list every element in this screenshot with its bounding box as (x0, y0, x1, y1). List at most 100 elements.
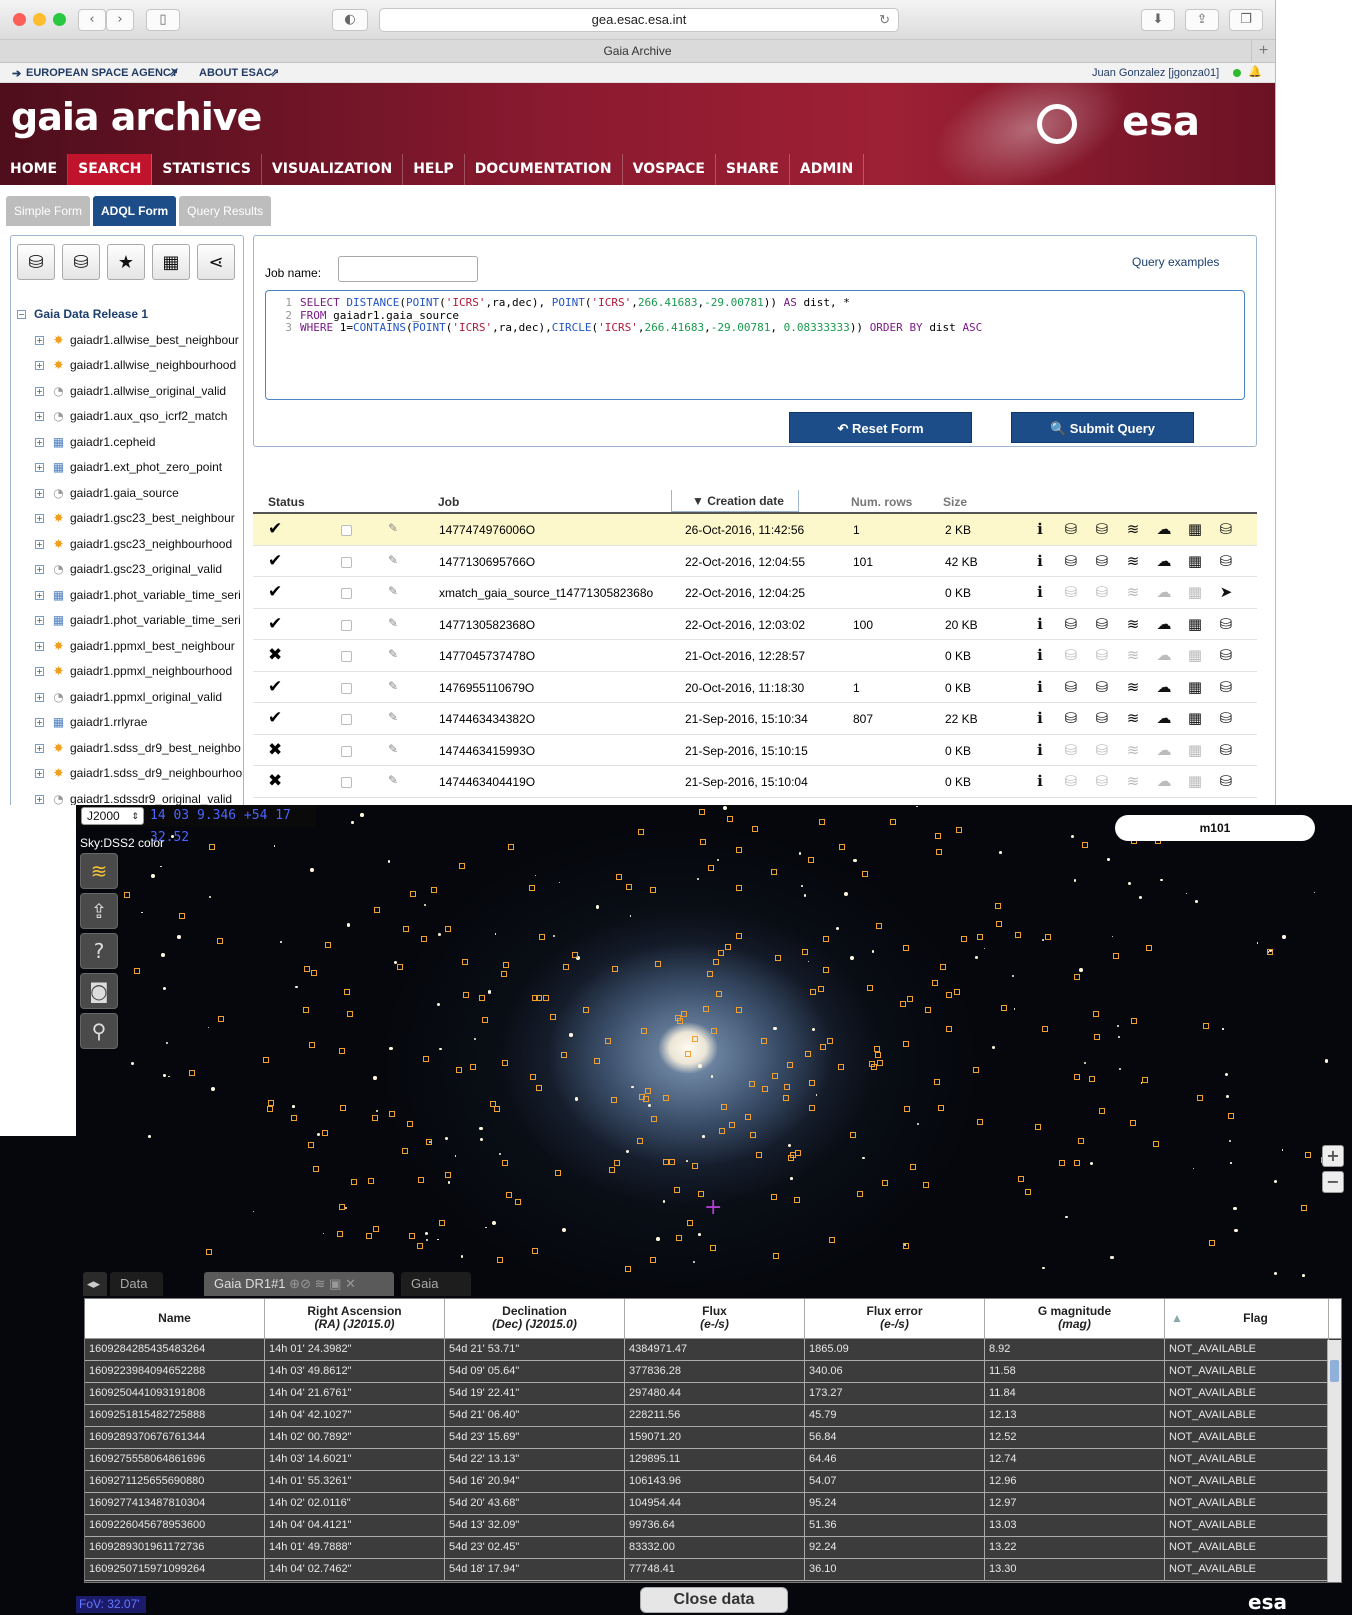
catalog-source-marker[interactable] (1001, 1005, 1008, 1012)
catalog-source-marker[interactable] (1145, 944, 1152, 951)
catalog-source-marker[interactable] (755, 1152, 762, 1159)
table-row[interactable]: 1609284285435483264 14h 01' 24.3982" 54d 2… (85, 1339, 1341, 1361)
grid-column-header[interactable]: Declination (Dec) (J2015.0) (445, 1299, 625, 1338)
catalog-source-marker[interactable] (1045, 933, 1052, 940)
tree-item[interactable]: + ◔ gaiadr1.gaia_source (17, 481, 242, 507)
privacy-icon[interactable]: ◐ (332, 9, 368, 31)
catalog-source-marker[interactable] (771, 1193, 778, 1200)
nav-statistics[interactable]: STATISTICS (152, 154, 262, 185)
catalog-source-marker[interactable] (338, 1204, 345, 1211)
export-icon[interactable]: ⇪ (80, 893, 118, 929)
cloud-icon[interactable]: ☁ (1153, 582, 1175, 602)
back-icon[interactable]: ‹ (78, 9, 106, 31)
catalog-source-marker[interactable] (862, 871, 869, 878)
table-icon[interactable]: ▦ (1184, 740, 1206, 760)
catalog-source-marker[interactable] (205, 1249, 212, 1256)
catalog-source-marker[interactable] (373, 1225, 380, 1232)
catalog-source-marker[interactable] (218, 1016, 225, 1023)
catalog-source-marker[interactable] (770, 869, 777, 876)
catalog-source-marker[interactable] (1093, 1034, 1100, 1041)
aladin-sky-viewer[interactable]: J2000 ⇕ 14 03 9.346 +54 17 32.52 Sky:DSS… (0, 805, 1352, 1615)
upload-db-icon[interactable]: ⛁ (1091, 614, 1113, 634)
job-checkbox[interactable] (341, 777, 352, 788)
job-row[interactable]: ✖ ✎ 1474463415993O 21-Sep-2016, 15:10:15 0 K… (253, 735, 1257, 766)
layers-icon[interactable]: ≋ (80, 853, 118, 889)
catalog-source-marker[interactable] (809, 1079, 816, 1086)
tree-item[interactable]: + ▦ gaiadr1.cepheid (17, 430, 242, 456)
expand-icon[interactable]: + (35, 514, 44, 524)
info-icon[interactable]: ℹ (1029, 645, 1051, 665)
catalog-source-marker[interactable] (875, 923, 882, 930)
db-export-icon[interactable]: ⛁ (1215, 740, 1237, 760)
collapse-icon[interactable]: − (17, 310, 26, 320)
catalog-source-marker[interactable] (771, 1073, 778, 1080)
table-row[interactable]: 1609250441093191808 14h 04' 21.6761" 54d 1… (85, 1383, 1341, 1405)
edit-icon[interactable]: ✎ (388, 521, 398, 535)
expand-icon[interactable]: + (35, 386, 44, 396)
reset-form-button[interactable]: ↶ Reset Form (789, 412, 972, 443)
edit-icon[interactable]: ✎ (388, 647, 398, 661)
expand-icon[interactable]: + (35, 616, 44, 626)
catalog-source-marker[interactable] (866, 985, 873, 992)
share-icon[interactable]: ⇪ (1185, 9, 1219, 31)
catalog-source-marker[interactable] (608, 1166, 615, 1173)
catalog-source-marker[interactable] (459, 863, 466, 870)
download-db-icon[interactable]: ⛁ (1060, 519, 1082, 539)
catalog-source-marker[interactable] (605, 1037, 612, 1044)
table-row[interactable]: 1609289370676761344 14h 02' 00.7892" 54d 2… (85, 1427, 1341, 1449)
tabs-icon[interactable]: ❐ (1229, 9, 1263, 31)
catalog-source-marker[interactable] (1208, 1240, 1215, 1247)
catalog-source-marker[interactable] (367, 1177, 374, 1184)
tree-item[interactable]: + ▦ gaiadr1.rrlyrae (17, 710, 242, 736)
job-checkbox[interactable] (341, 556, 352, 568)
samp-icon[interactable]: ≋ (1122, 740, 1144, 760)
catalog-source-marker[interactable] (1077, 1138, 1084, 1145)
frame-select[interactable]: J2000 ⇕ (81, 807, 144, 825)
catalog-source-marker[interactable] (409, 891, 416, 898)
edit-icon[interactable]: ✎ (388, 742, 398, 756)
catalog-source-marker[interactable] (490, 1101, 497, 1108)
catalog-source-marker[interactable] (818, 985, 825, 992)
tab-title[interactable]: Gaia Archive (603, 44, 671, 58)
catalog-source-marker[interactable] (420, 936, 427, 943)
catalog-source-marker[interactable] (675, 1235, 682, 1242)
target-input[interactable]: m101 (1115, 815, 1315, 841)
info-icon[interactable]: ℹ (1029, 614, 1051, 634)
catalog-source-marker[interactable] (347, 1010, 354, 1017)
job-row[interactable]: ✔ ✎ 1477130695766O 22-Oct-2016, 12:04:55 101… (253, 546, 1257, 577)
status-column-header[interactable]: Status (268, 495, 305, 509)
table-row[interactable]: 1609289301961172736 14h 01' 49.7888" 54d 2… (85, 1537, 1341, 1559)
catalog-source-marker[interactable] (870, 1063, 877, 1070)
job-checkbox[interactable] (341, 588, 352, 599)
catalog-source-marker[interactable] (649, 1256, 656, 1263)
expand-icon[interactable]: + (35, 361, 44, 371)
catalog-source-marker[interactable] (819, 818, 826, 825)
samp-icon[interactable]: ≋ (1122, 645, 1144, 665)
catalog-source-marker[interactable] (501, 971, 508, 978)
cloud-icon[interactable]: ☁ (1153, 519, 1175, 539)
table-row[interactable]: 1609226045678953600 14h 04' 04.4121" 54d 1… (85, 1515, 1341, 1537)
catalog-source-marker[interactable] (924, 1007, 931, 1014)
catalog-source-marker[interactable] (611, 1096, 618, 1103)
catalog-source-marker[interactable] (189, 1070, 196, 1077)
catalog-source-marker[interactable] (708, 864, 715, 871)
catalog-source-marker[interactable] (809, 988, 816, 995)
catalog-source-marker[interactable] (469, 1063, 476, 1070)
upload-db-icon[interactable]: ⛁ (1091, 677, 1113, 697)
catalog-source-marker[interactable] (761, 1038, 768, 1045)
catalog-source-marker[interactable] (374, 907, 381, 914)
catalog-source-marker[interactable] (910, 1163, 917, 1170)
samp-icon[interactable]: ≋ (1122, 551, 1144, 571)
upload-db-icon[interactable]: ⛁ (1091, 771, 1113, 791)
catalog-source-marker[interactable] (935, 849, 942, 856)
catalog-source-marker[interactable] (178, 912, 185, 919)
catalog-source-marker[interactable] (371, 1114, 378, 1121)
catalog-source-marker[interactable] (805, 1051, 812, 1058)
data-grid-scrollbar[interactable] (1327, 1340, 1341, 1582)
job-name-input[interactable] (338, 256, 478, 282)
tree-item[interactable]: + ✸ gaiadr1.ppmxl_best_neighbour (17, 634, 242, 660)
catalog-source-marker[interactable] (707, 971, 714, 978)
info-icon[interactable]: ℹ (1029, 582, 1051, 602)
catalog-source-marker[interactable] (645, 1088, 652, 1095)
job-row[interactable]: ✔ ✎ 1477474976006O 26-Oct-2016, 11:42:56 1 2 … (253, 514, 1257, 546)
